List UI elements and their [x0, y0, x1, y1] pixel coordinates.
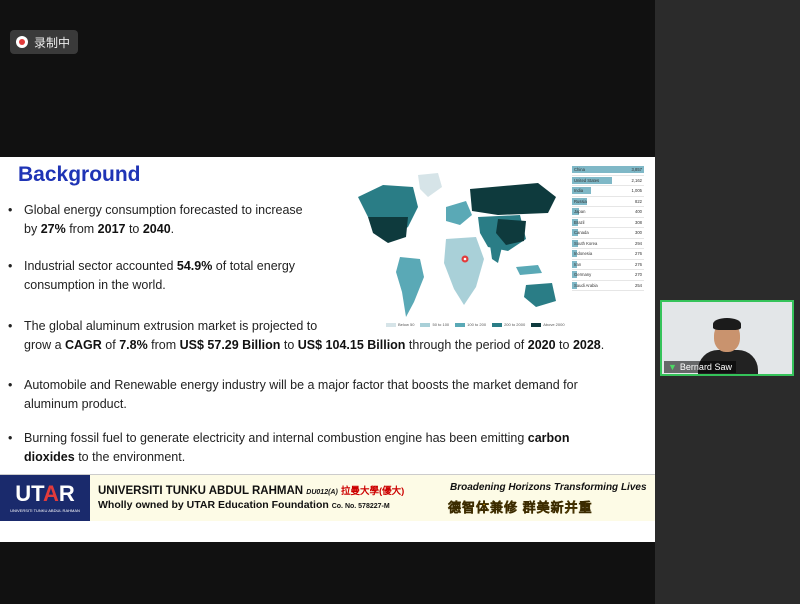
ranking-value: 2,162 [631, 177, 642, 183]
ranking-value: 308 [635, 219, 642, 225]
record-icon [16, 36, 28, 48]
bullet-dot: • [8, 319, 13, 333]
bullet-dot: • [8, 203, 13, 217]
bullet-dot: • [8, 378, 13, 392]
microphone-icon: ▼ [668, 362, 677, 372]
ranking-row: India 1,005 [572, 186, 644, 197]
shared-screen: 录制中 Background • Global energy consumptio… [0, 0, 655, 604]
recording-label: 录制中 [34, 35, 71, 50]
ranking-row: Iran 276 [572, 260, 644, 270]
ranking-value: 822 [635, 198, 642, 204]
ranking-value: 270 [635, 272, 642, 277]
ranking-value: 3,857 [631, 167, 642, 172]
legend-item: Above 2000 [531, 322, 565, 327]
ranking-row: Canada 300 [572, 228, 644, 239]
ranking-value: 276 [635, 251, 642, 256]
slide-title: Background [18, 163, 141, 186]
ranking-country: India [574, 188, 584, 193]
ranking-value: 400 [635, 209, 642, 214]
ranking-country: Russia [574, 198, 587, 204]
bullet-item: • Burning fossil fuel to generate electri… [8, 431, 570, 464]
ranking-country: Brazil [574, 219, 585, 225]
ranking-country: South Korea [574, 240, 598, 246]
participant-name: Bernard Saw [679, 362, 732, 372]
ranking-country: Iran [574, 261, 582, 267]
world-map [358, 173, 556, 317]
ranking-country: Saudi Arabia [574, 282, 598, 288]
ranking-row: China 3,857 [572, 165, 644, 176]
ranking-value: 294 [635, 240, 642, 246]
ranking-country: China [574, 167, 585, 172]
ranking-row: Saudi Arabia 254 [572, 281, 644, 291]
ranking-country: Germany [574, 272, 592, 277]
participant-name-tag: ▼ Bernard Saw [664, 361, 736, 373]
bullet-item: • Automobile and Renewable energy industr… [8, 378, 578, 411]
ranking-row: Russia 822 [572, 197, 644, 207]
map-region-indonesia [516, 265, 542, 275]
ranking-country: United States [574, 177, 600, 183]
map-region-usa [368, 217, 408, 243]
ranking-value: 300 [635, 230, 642, 235]
ranking-value: 276 [635, 261, 642, 267]
bullet-item: • Global energy consumption forecasted to… [8, 203, 303, 236]
recording-indicator[interactable]: 录制中 [10, 30, 79, 54]
map-region-australia [524, 283, 556, 307]
ranking-row: Germany 270 [572, 270, 644, 281]
bullet-dot: • [8, 259, 13, 273]
country-ranking-table: China 3,857 United States 2,162 India 1,005 Ru… [572, 165, 644, 291]
legend-item: Below 50 [386, 322, 414, 327]
map-region-africa [444, 237, 484, 305]
slide-footer: UTAR UNIVERSITI TUNKU ABDUL RAHMAN UNIVE… [0, 474, 655, 521]
tagline: Broadening Horizons Transforming Lives [450, 482, 647, 493]
ranking-country: Japan [574, 209, 586, 214]
legend-item: 50 to 100 [420, 322, 449, 327]
ranking-country: Canada [574, 230, 589, 235]
presentation-slide: Background • Global energy consumption fo… [0, 157, 655, 542]
map-region-europe [446, 201, 472, 225]
map-region-russia [470, 183, 556, 215]
university-name: UNIVERSITI TUNKU ABDUL RAHMAN DU012(A) 拉… [98, 485, 405, 497]
map-region-india [490, 245, 502, 263]
ranking-row: South Korea 294 [572, 239, 644, 249]
bullet-item: • Industrial sector accounted 54.9% of to… [8, 259, 296, 292]
map-region-greenland [418, 173, 442, 197]
ranking-row: United States 2,162 [572, 176, 644, 186]
motto: 德智体兼修 群美新并重 [448, 500, 593, 515]
ranking-row: Japan 400 [572, 207, 644, 218]
map-legend: Below 50 50 to 100 100 to 200 200 to 2000 Ab… [386, 322, 565, 327]
participant-video-tile[interactable]: ▼ Bernard Saw [660, 300, 794, 376]
legend-item: 200 to 2000 [492, 322, 525, 327]
bullet-dot: • [8, 431, 13, 445]
ranking-row: Brazil 308 [572, 218, 644, 228]
ownership-line: Wholly owned by UTAR Education Foundatio… [98, 499, 390, 511]
ranking-value: 254 [635, 282, 642, 288]
ranking-country: Indonesia [574, 251, 593, 256]
map-region-south-america [396, 257, 424, 317]
legend-item: 100 to 200 [455, 322, 486, 327]
ranking-row: Indonesia 276 [572, 249, 644, 260]
utar-logo: UTAR UNIVERSITI TUNKU ABDUL RAHMAN [0, 475, 90, 521]
ranking-value: 1,005 [631, 188, 642, 193]
